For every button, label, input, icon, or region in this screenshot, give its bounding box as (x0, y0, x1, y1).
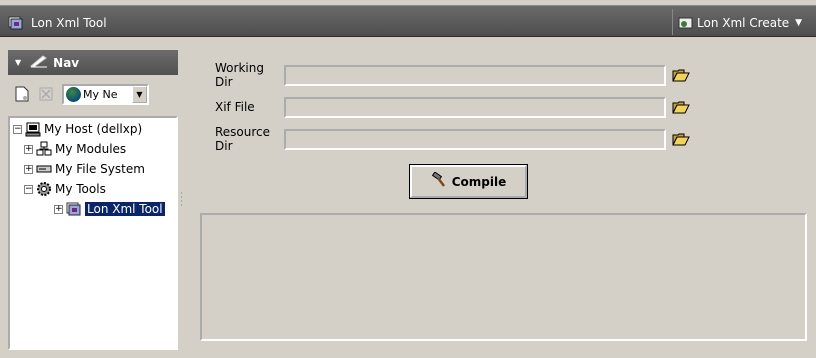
title-area: Lon Xml Tool (8, 14, 107, 32)
view-selector-label: Lon Xml Create (697, 16, 790, 30)
hammer-icon (431, 171, 447, 191)
view-selector-button[interactable]: Lon Xml Create ▼ (678, 13, 802, 33)
resource-dir-label: Resource Dir (215, 125, 271, 153)
pane-splitter[interactable]: · · · · (180, 190, 183, 211)
space-selector-combo[interactable]: My Ne ▼ (62, 83, 149, 105)
title-separator (672, 9, 673, 35)
tree-expander[interactable]: − (24, 184, 33, 194)
nav-pane: ▼ Nav My Ne ▼ − My Host (dellxp) + My Mo… (8, 50, 178, 350)
close-icon[interactable] (38, 86, 54, 102)
tree-expander[interactable]: + (24, 144, 33, 154)
folder-open-icon[interactable] (672, 131, 690, 147)
tree-node-lon-xml-tool[interactable]: + Lon Xml Tool (54, 200, 165, 218)
xif-file-label: Xif File (215, 100, 255, 114)
nav-title: Nav (53, 55, 80, 70)
tree-node-label: Lon Xml Tool (85, 202, 165, 216)
tree-node-label: My Host (dellxp) (44, 122, 143, 136)
computer-icon (25, 121, 41, 137)
compile-label: Compile (451, 174, 507, 189)
compile-button[interactable]: Compile (410, 165, 527, 198)
working-dir-field[interactable] (284, 64, 666, 86)
resource-dir-row: Resource Dir (200, 125, 690, 153)
resource-dir-field[interactable] (284, 128, 666, 150)
working-dir-row: Working Dir (200, 61, 690, 89)
tree-node-label: My File System (55, 162, 145, 176)
nav-icon (29, 54, 49, 71)
tree-node-my-tools[interactable]: − My Tools (24, 180, 106, 198)
tree-expander[interactable]: − (13, 124, 22, 134)
globe-icon (66, 86, 81, 102)
nav-header[interactable]: ▼ Nav (8, 50, 178, 75)
drive-icon (36, 161, 52, 177)
tree-expander[interactable]: + (54, 204, 63, 214)
view-icon (678, 15, 694, 31)
tree-node-my-host[interactable]: − My Host (dellxp) (13, 120, 142, 138)
xif-file-row: Xif File (200, 96, 690, 118)
title-bar: Lon Xml Tool Lon Xml Create ▼ (0, 5, 816, 37)
tree-node-label: My Modules (55, 142, 127, 156)
xif-file-field[interactable] (284, 96, 666, 118)
nav-tree: − My Host (dellxp) + My Modules + My Fil… (8, 116, 178, 350)
chevron-down-icon: ▼ (795, 18, 803, 28)
folder-open-icon[interactable] (672, 67, 690, 83)
working-dir-label: Working Dir (215, 61, 264, 89)
space-selector-value: My Ne (83, 87, 118, 101)
collapse-arrow-icon[interactable]: ▼ (15, 58, 21, 67)
window-title: Lon Xml Tool (31, 16, 107, 30)
nav-toolbar: My Ne ▼ (8, 75, 178, 113)
lon-xml-tool-icon (8, 15, 24, 31)
lon-xml-tool-icon (66, 201, 82, 217)
output-area[interactable] (200, 213, 807, 341)
tree-node-my-modules[interactable]: + My Modules (24, 140, 126, 158)
tools-gear-icon (36, 181, 52, 197)
tree-expander[interactable]: + (24, 164, 33, 174)
tree-node-my-file-system[interactable]: + My File System (24, 160, 145, 178)
modules-icon (36, 141, 52, 157)
tree-node-label: My Tools (55, 182, 106, 196)
chevron-down-icon[interactable]: ▼ (132, 85, 147, 103)
new-document-icon[interactable] (14, 86, 30, 102)
folder-open-icon[interactable] (672, 99, 690, 115)
